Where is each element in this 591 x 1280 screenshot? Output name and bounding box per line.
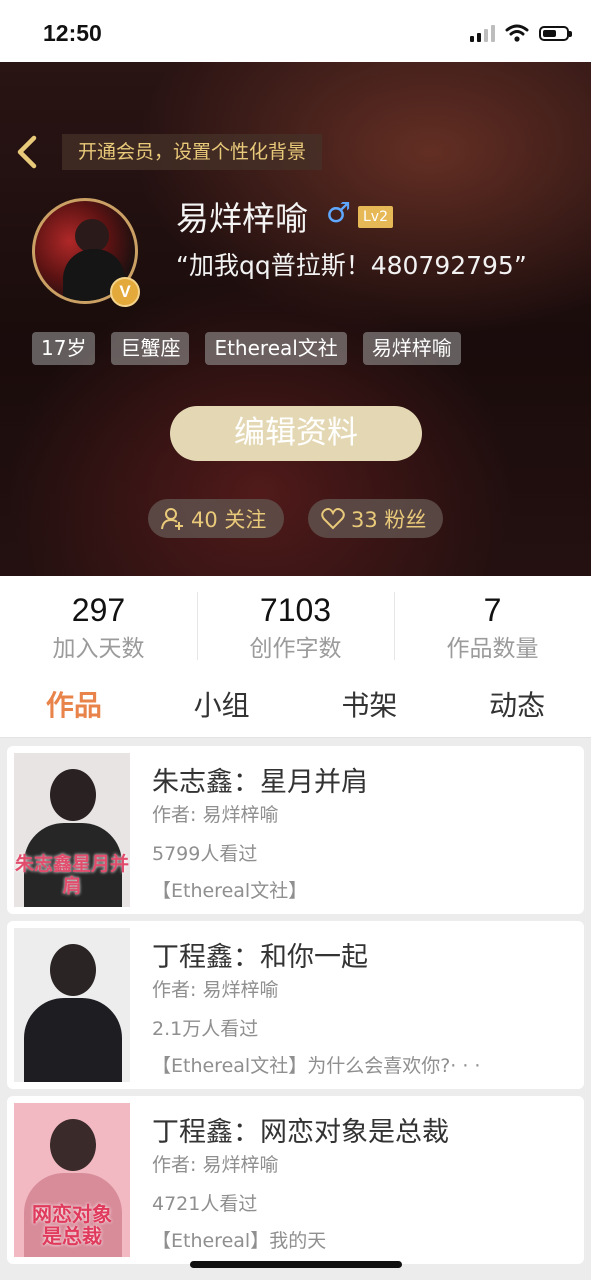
edit-profile-button[interactable]: 编辑资料	[170, 406, 422, 461]
vip-background-banner[interactable]: 开通会员，设置个性化背景	[62, 134, 323, 170]
profile-tabs: 作品 小组 书架 动态	[0, 676, 591, 738]
work-description: 【Ethereal】我的天	[152, 1230, 327, 1252]
status-time: 12:50	[43, 20, 102, 46]
battery-icon	[539, 25, 572, 41]
work-author: 作者: 易烊梓喻	[152, 804, 279, 826]
stat-label: 加入天数	[52, 636, 145, 662]
status-bar: 12:50	[0, 0, 591, 62]
work-description: 【Ethereal文社】为什么会喜欢你?· · ·	[152, 1055, 481, 1077]
tab-bookshelf[interactable]: 书架	[296, 676, 444, 737]
following-count: 40 关注	[191, 507, 267, 532]
profile-header: 开通会员，设置个性化背景 V 易烊梓喻 ♂ Lv2 “加我qq普拉斯！48079…	[0, 62, 591, 576]
male-gender-icon: ♂	[326, 196, 352, 229]
following-button[interactable]: 40 关注	[148, 499, 284, 538]
back-arrow-icon[interactable]	[12, 132, 46, 172]
stat-label: 创作字数	[249, 636, 342, 662]
level-badge: Lv2	[358, 206, 393, 228]
fans-count: 33 粉丝	[351, 507, 427, 532]
stat-word-count: 7103 创作字数	[197, 576, 394, 676]
stat-value: 7	[483, 592, 502, 628]
work-cover-image: 朱志鑫星月并肩	[14, 753, 130, 907]
stats-bar: 297 加入天数 7103 创作字数 7 作品数量	[0, 576, 591, 676]
stat-join-days: 297 加入天数	[0, 576, 197, 676]
work-title: 丁程鑫：和你一起	[152, 942, 368, 973]
work-card[interactable]: 网恋对象是总裁 丁程鑫：网恋对象是总裁 作者: 易烊梓喻 4721人看过 【Et…	[7, 1096, 584, 1264]
cover-title: 网恋对象是总裁	[32, 1202, 112, 1248]
stat-label: 作品数量	[446, 636, 539, 662]
work-views: 5799人看过	[152, 843, 258, 865]
fans-button[interactable]: 33 粉丝	[308, 499, 443, 538]
verified-badge: V	[110, 277, 140, 307]
work-views: 2.1万人看过	[152, 1018, 259, 1040]
tag-name: 易烊梓喻	[362, 332, 461, 365]
work-card[interactable]: 朱志鑫星月并肩 朱志鑫：星月并肩 作者: 易烊梓喻 5799人看过 【Ether…	[7, 746, 584, 914]
tab-activity[interactable]: 动态	[443, 676, 591, 737]
work-title: 朱志鑫：星月并肩	[152, 767, 368, 798]
work-cover-image: 网恋对象是总裁	[14, 1103, 130, 1257]
home-indicator	[190, 1261, 402, 1268]
work-author: 作者: 易烊梓喻	[152, 979, 279, 1001]
profile-tags: 17岁 巨蟹座 Ethereal文社 易烊梓喻	[32, 332, 461, 365]
cover-title: 朱志鑫星月并肩	[14, 853, 129, 897]
stat-value: 297	[71, 592, 126, 628]
tag-age: 17岁	[32, 332, 96, 365]
wifi-icon	[505, 24, 529, 42]
username: 易烊梓喻	[176, 199, 308, 238]
profile-bio: “加我qq普拉斯！480792795”	[176, 251, 527, 280]
tag-zodiac: 巨蟹座	[111, 332, 190, 365]
work-author: 作者: 易烊梓喻	[152, 1154, 279, 1176]
work-cover-image	[14, 928, 130, 1082]
work-views: 4721人看过	[152, 1193, 258, 1215]
heart-icon	[321, 507, 345, 529]
status-icons	[470, 24, 572, 42]
cellular-signal-icon	[470, 24, 495, 42]
work-title: 丁程鑫：网恋对象是总裁	[152, 1117, 449, 1148]
tag-group: Ethereal文社	[205, 332, 347, 365]
tab-works[interactable]: 作品	[0, 676, 148, 737]
tab-groups[interactable]: 小组	[148, 676, 296, 737]
work-card[interactable]: 丁程鑫：和你一起 作者: 易烊梓喻 2.1万人看过 【Ethereal文社】为什…	[7, 921, 584, 1089]
stat-work-count: 7 作品数量	[394, 576, 591, 676]
add-user-icon	[161, 507, 183, 530]
stat-value: 7103	[259, 592, 332, 628]
work-description: 【Ethereal文社】	[152, 880, 308, 902]
